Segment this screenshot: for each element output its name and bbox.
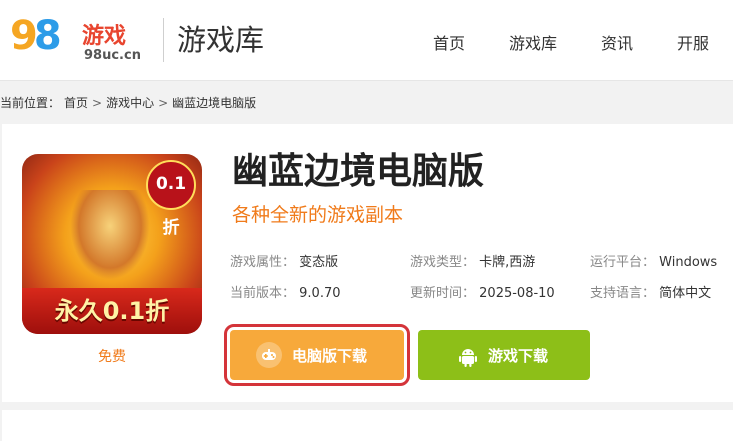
game-cover-icon[interactable]: 0.1折 永久0.1折 xyxy=(22,154,202,334)
game-subtitle: 各种全新的游戏副本 xyxy=(232,204,404,226)
breadcrumb: 当前位置： 首页 > 游戏中心 > 幽蓝边境电脑版 xyxy=(0,94,256,111)
info-platform: 运行平台： Windows xyxy=(590,251,717,270)
info-type-label: 游戏类型： xyxy=(410,255,476,270)
info-version-value: 9.0.70 xyxy=(299,286,341,301)
breadcrumb-home[interactable]: 首页 xyxy=(64,96,88,110)
nav-server[interactable]: 开服 xyxy=(677,30,709,54)
game-title: 幽蓝边境电脑版 xyxy=(232,151,485,192)
discount-badge: 0.1折 xyxy=(146,160,196,238)
cover-character-art xyxy=(70,190,150,280)
nav-game-library[interactable]: 游戏库 xyxy=(509,30,557,54)
pc-download-label: 电脑版下载 xyxy=(292,347,368,365)
logo-domain: 98uc.cn xyxy=(84,48,141,63)
info-type-value: 卡牌,西游 xyxy=(479,255,536,270)
breadcrumb-game-center[interactable]: 游戏中心 xyxy=(106,96,154,110)
android-icon xyxy=(454,342,480,368)
cover-banner: 永久0.1折 xyxy=(22,288,202,334)
info-platform-value: Windows xyxy=(659,255,718,270)
gamepad-icon xyxy=(256,342,282,368)
info-version-label: 当前版本： xyxy=(230,286,296,301)
info-platform-label: 运行平台： xyxy=(590,255,656,270)
info-attribute-value: 变态版 xyxy=(299,255,339,270)
header-divider xyxy=(163,18,164,62)
info-update-label: 更新时间： xyxy=(410,286,476,301)
info-language-label: 支持语言： xyxy=(590,286,656,301)
info-attribute-label: 游戏属性： xyxy=(230,255,296,270)
logo-brand: 游戏 xyxy=(82,24,127,49)
game-detail-card: 0.1折 永久0.1折 免费 幽蓝边境电脑版 各种全新的游戏副本 游戏属性： 变… xyxy=(2,124,733,402)
site-header: 98 游戏 98uc.cn 游戏库 首页 游戏库 资讯 开服 xyxy=(0,0,733,81)
nav-home[interactable]: 首页 xyxy=(433,30,465,54)
info-version: 当前版本： 9.0.70 xyxy=(230,282,341,301)
game-download-label: 游戏下载 xyxy=(488,347,549,365)
nav-news[interactable]: 资讯 xyxy=(601,30,633,54)
breadcrumb-prefix: 当前位置： xyxy=(0,96,61,110)
next-section-edge xyxy=(2,410,733,441)
site-logo[interactable]: 98 游戏 98uc.cn xyxy=(10,12,150,68)
info-language: 支持语言： 简体中文 xyxy=(590,282,711,301)
section-title: 游戏库 xyxy=(177,23,265,57)
breadcrumb-separator: > xyxy=(158,96,169,110)
price-label: 免费 xyxy=(98,349,126,365)
game-download-button[interactable]: 游戏下载 xyxy=(418,330,590,380)
breadcrumb-current[interactable]: 幽蓝边境电脑版 xyxy=(172,96,256,110)
info-type: 游戏类型： 卡牌,西游 xyxy=(410,251,535,270)
logo-digits: 98 xyxy=(10,13,62,59)
info-language-value: 简体中文 xyxy=(659,286,712,301)
info-update: 更新时间： 2025-08-10 xyxy=(410,282,555,301)
pc-download-button[interactable]: 电脑版下载 xyxy=(224,324,410,386)
info-attribute: 游戏属性： 变态版 xyxy=(230,251,338,270)
breadcrumb-separator: > xyxy=(92,96,103,110)
info-update-value: 2025-08-10 xyxy=(479,286,555,301)
